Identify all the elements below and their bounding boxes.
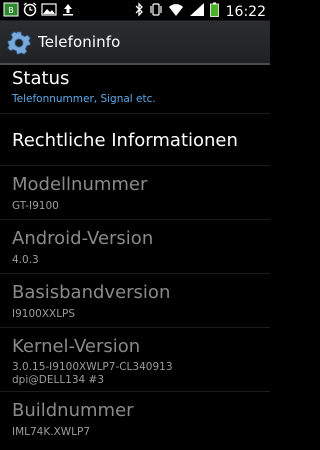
settings-list: Status Telefonnummer, Signal etc. Rechtl… [0, 66, 270, 446]
item-title: Android-Version [12, 228, 154, 249]
list-item-model-number: Modellnummer GT-I9100 [0, 166, 270, 220]
notification-icons: B [3, 2, 76, 17]
list-item-android-version[interactable]: Android-Version 4.0.3 [0, 220, 270, 274]
image-icon [41, 2, 57, 17]
upload-icon [60, 2, 76, 17]
item-subtitle-line1: 3.0.15-I9100XWLP7-CL340913 [12, 361, 173, 373]
item-title: Kernel-Version [12, 336, 141, 357]
item-title: Rechtliche Informationen [12, 130, 238, 151]
item-subtitle-line2: dpi@DELL134 #3 [12, 374, 105, 386]
list-item-kernel-version: Kernel-Version 3.0.15-I9100XWLP7-CL34091… [0, 328, 270, 392]
list-item-baseband-version: Basisbandversion I9100XXLPS [0, 274, 270, 328]
clock: 16:22 [225, 3, 266, 20]
wifi-icon [168, 2, 184, 21]
battery-icon [209, 2, 219, 21]
item-subtitle: I9100XXLPS [12, 308, 76, 320]
item-title: Buildnummer [12, 400, 134, 421]
item-subtitle: IML74K.XWLP7 [12, 426, 91, 438]
svg-text:B: B [8, 6, 14, 15]
list-item-build-number: Buildnummer IML74K.XWLP7 [0, 392, 270, 446]
action-bar: Telefoninfo [0, 21, 270, 65]
item-subtitle: GT-I9100 [12, 200, 59, 212]
status-bar: B 16:22 [0, 0, 270, 21]
system-status-icons: 16:22 [134, 2, 266, 21]
item-title: Modellnummer [12, 174, 148, 195]
page-title: Telefoninfo [38, 33, 121, 51]
item-subtitle: Telefonnummer, Signal etc. [12, 93, 156, 105]
bluetooth-icon [134, 2, 144, 21]
settings-gear-icon[interactable] [6, 30, 32, 56]
alarm-icon [22, 2, 38, 17]
battery-charging-icon: B [3, 2, 19, 17]
list-item-legal-info[interactable]: Rechtliche Informationen [0, 114, 270, 166]
item-title: Basisbandversion [12, 282, 171, 303]
item-subtitle: 4.0.3 [12, 254, 39, 266]
list-item-status[interactable]: Status Telefonnummer, Signal etc. [0, 66, 270, 114]
vibrate-icon [149, 2, 163, 21]
signal-icon [189, 2, 205, 21]
item-title: Status [12, 68, 70, 89]
